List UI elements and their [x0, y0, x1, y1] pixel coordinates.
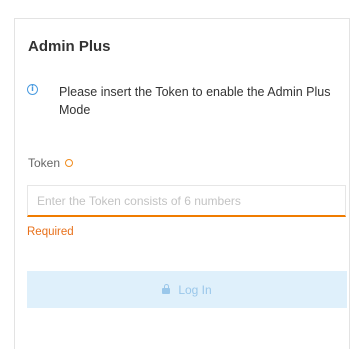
token-input[interactable] [27, 185, 346, 217]
token-label-row: Token [28, 156, 74, 170]
token-label: Token [28, 156, 61, 170]
required-circle-icon [65, 159, 74, 167]
info-circle-icon [27, 84, 38, 95]
panel-title: Admin Plus [28, 38, 111, 55]
login-button-label: Log In [178, 282, 212, 297]
admin-plus-panel: Admin Plus Please insert the Token to en… [14, 18, 350, 349]
login-button[interactable]: Log In [27, 271, 347, 308]
info-text: Please insert the Token to enable the Ad… [59, 85, 331, 117]
lock-icon [162, 283, 171, 294]
required-error: Required [27, 226, 74, 238]
